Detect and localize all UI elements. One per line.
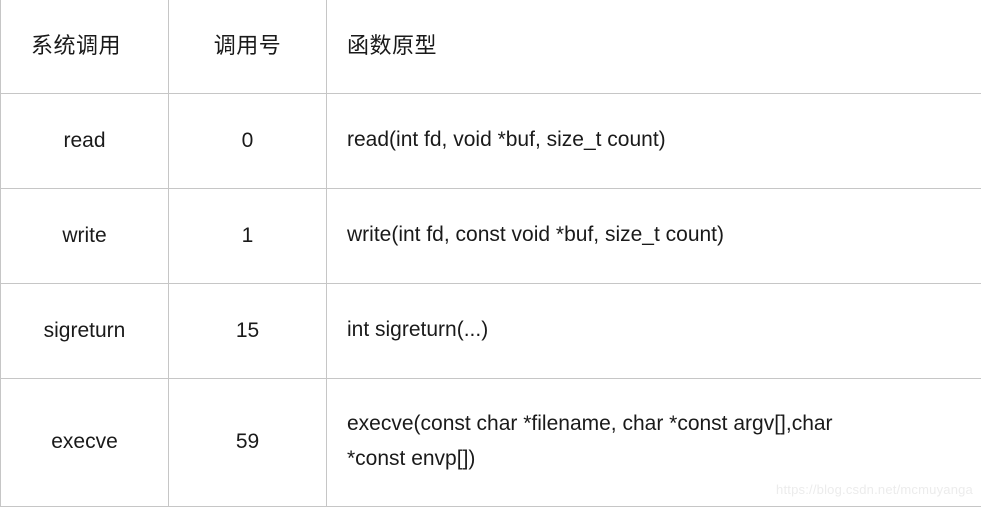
cell-syscall-number: 1 (168, 188, 327, 284)
table-header-row: 系统调用 调用号 函数原型 (0, 0, 981, 94)
syscall-table: 系统调用 调用号 函数原型 read 0 read(int fd, void *… (0, 0, 981, 507)
cell-syscall-number: 59 (168, 378, 327, 507)
table-body: read 0 read(int fd, void *buf, size_t co… (0, 93, 981, 507)
cell-function-prototype: read(int fd, void *buf, size_t count) (326, 93, 981, 189)
table-row: write 1 write(int fd, const void *buf, s… (0, 188, 981, 284)
cell-syscall-name: write (0, 188, 169, 284)
table-header: 系统调用 调用号 函数原型 (0, 0, 981, 94)
cell-function-prototype: write(int fd, const void *buf, size_t co… (326, 188, 981, 284)
table-row: read 0 read(int fd, void *buf, size_t co… (0, 93, 981, 189)
column-header-syscall-name: 系统调用 (0, 0, 169, 94)
cell-syscall-name: read (0, 93, 169, 189)
cell-function-prototype: int sigreturn(...) (326, 283, 981, 379)
prototype-line: int sigreturn(...) (347, 318, 489, 342)
prototype-line: read(int fd, void *buf, size_t count) (347, 128, 666, 152)
column-header-syscall-number: 调用号 (168, 0, 327, 94)
prototype-line: write(int fd, const void *buf, size_t co… (347, 223, 725, 247)
cell-syscall-name: sigreturn (0, 283, 169, 379)
cell-syscall-name: execve (0, 378, 169, 507)
prototype-line: *const envp[]) (347, 447, 476, 470)
watermark-text: https://blog.csdn.net/mcmuyanga (776, 482, 973, 497)
cell-syscall-number: 15 (168, 283, 327, 379)
prototype-line: execve(const char *filename, char *const… (347, 412, 833, 436)
column-header-function-prototype: 函数原型 (326, 0, 981, 94)
syscall-table-container: 系统调用 调用号 函数原型 read 0 read(int fd, void *… (0, 0, 981, 515)
cell-syscall-number: 0 (168, 93, 327, 189)
table-row: sigreturn 15 int sigreturn(...) (0, 283, 981, 379)
